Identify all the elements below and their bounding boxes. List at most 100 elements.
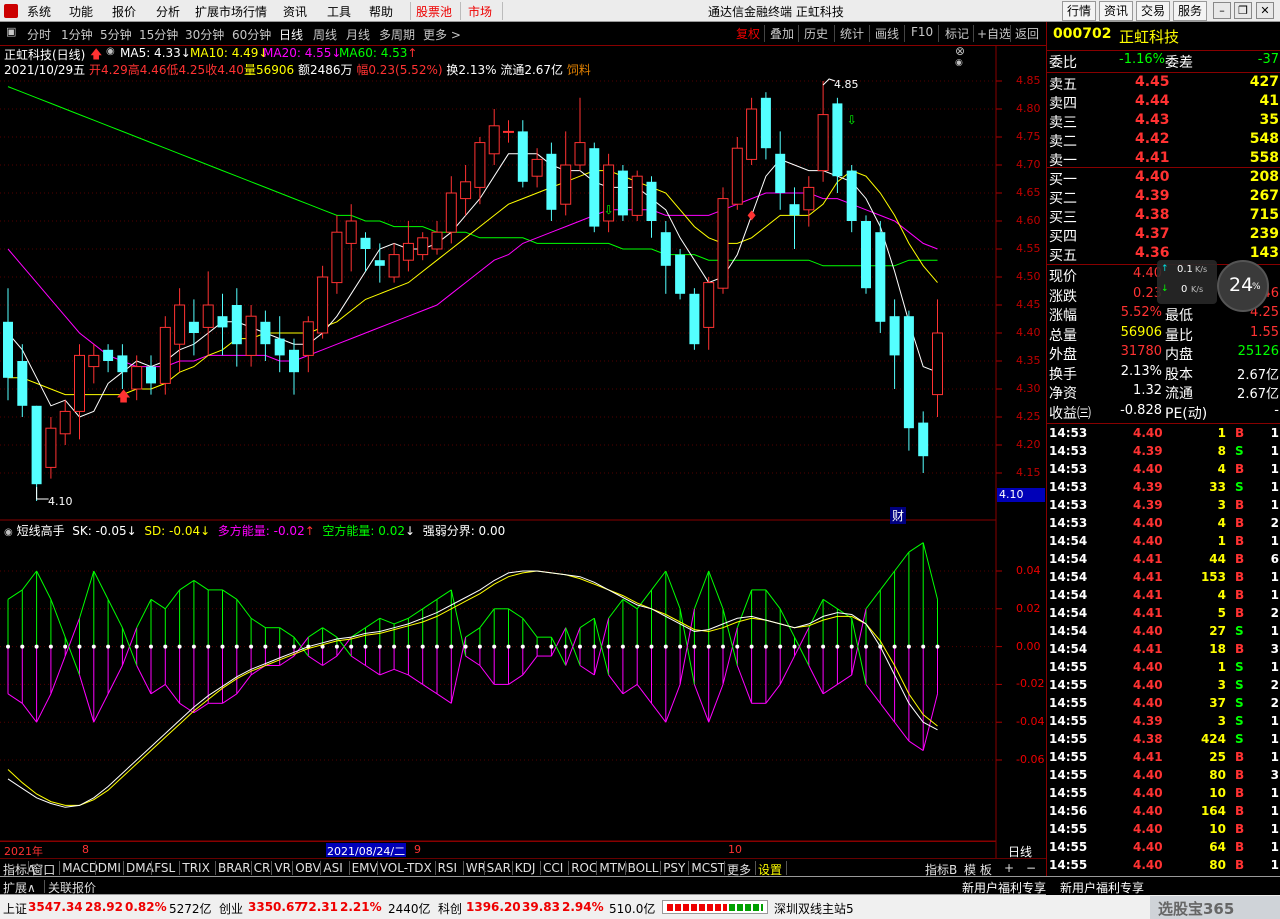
related-quote-button[interactable]: 关联报价 (48, 879, 96, 896)
candle-body[interactable] (589, 148, 600, 227)
candle-body[interactable] (88, 354, 100, 368)
candle-body[interactable] (188, 321, 199, 333)
candle-body[interactable] (302, 321, 314, 356)
candle-body[interactable] (631, 175, 643, 216)
indicator-tab[interactable]: CCI (543, 861, 563, 875)
candle-body[interactable] (731, 147, 743, 205)
candle-body[interactable] (360, 237, 371, 249)
tab-daily[interactable]: 日线 (279, 26, 303, 43)
f10-button[interactable]: F10 (911, 25, 933, 39)
menu-item-news[interactable]: 资讯 (283, 3, 307, 20)
candle-body[interactable] (331, 231, 343, 284)
indicator-tab[interactable]: EMV (352, 861, 378, 875)
candle-body[interactable] (861, 221, 871, 289)
tab-60min[interactable]: 60分钟 (232, 26, 271, 43)
candle-body[interactable] (445, 192, 457, 233)
indicator-tab[interactable]: VR (274, 861, 291, 875)
menu-item-quote[interactable]: 报价 (112, 3, 136, 20)
candle-body[interactable] (345, 220, 357, 244)
menu-item-system[interactable]: 系统 (27, 3, 51, 20)
candle-body[interactable] (474, 142, 486, 188)
service-button[interactable]: 服务 (1173, 1, 1207, 21)
draw-button[interactable]: 画线 (875, 25, 899, 42)
asks-row[interactable]: 卖五 4.45 427 (1047, 74, 1280, 93)
candle-body[interactable] (546, 153, 557, 210)
candle-body[interactable] (388, 254, 400, 278)
server-status[interactable]: 深圳双线主站5 (774, 900, 854, 917)
indicator-settings-icon[interactable]: ◉ (4, 527, 13, 538)
candle-body[interactable] (402, 242, 414, 261)
candle-body[interactable] (45, 427, 57, 468)
candle-body[interactable] (646, 181, 657, 221)
candle-body[interactable] (817, 114, 829, 172)
indicator-tab[interactable]: MACD (62, 861, 98, 875)
fuquan-button[interactable]: 复权 (736, 25, 760, 42)
indicator-tab[interactable]: OBV (295, 861, 321, 875)
candle-body[interactable] (789, 204, 800, 216)
finance-marker[interactable]: 财 (890, 507, 907, 524)
candle-body[interactable] (274, 338, 285, 356)
candle-body[interactable] (3, 321, 13, 378)
candle-body[interactable] (231, 305, 242, 345)
indicator-tab[interactable]: ROC (571, 861, 597, 875)
promo-link-1[interactable]: 新用户福利专享 (962, 879, 1046, 896)
candle-body[interactable] (617, 170, 628, 216)
candle-body[interactable] (317, 276, 329, 334)
candle-body[interactable] (932, 332, 943, 396)
candle-body[interactable] (174, 304, 186, 345)
trade-button[interactable]: 交易 (1136, 1, 1170, 21)
candle-body[interactable] (574, 142, 586, 166)
candle-body[interactable] (159, 326, 171, 384)
back-button[interactable]: 返回 (1015, 25, 1039, 42)
menu-item-analysis[interactable]: 分析 (156, 3, 180, 20)
candle-body[interactable] (260, 321, 271, 345)
indicator-tab[interactable]: BRAR (218, 861, 251, 875)
candle-body[interactable] (775, 153, 786, 193)
candle-body[interactable] (903, 316, 914, 429)
candle-body[interactable] (703, 282, 715, 328)
bids-row[interactable]: 买一 4.40 208 (1047, 169, 1280, 188)
menu-item-ext-market[interactable]: 扩展市场行情 (195, 3, 267, 20)
mark-button[interactable]: 标记 (945, 25, 969, 42)
candle-body[interactable] (660, 232, 671, 266)
menu-item-help[interactable]: 帮助 (369, 3, 393, 20)
indicator-tab[interactable]: ASI (323, 861, 342, 875)
asks-row[interactable]: 卖二 4.42 548 (1047, 131, 1280, 150)
restore-icon[interactable]: ❐ (1234, 2, 1252, 19)
indicator-tab[interactable]: VOL-TDX (380, 861, 432, 875)
candle-body[interactable] (117, 355, 128, 373)
overlay-button[interactable]: 叠加 (770, 25, 794, 42)
candle-body[interactable] (488, 125, 500, 155)
tab-more[interactable]: 更多 > (423, 26, 461, 43)
indicator-tab[interactable]: KDJ (515, 861, 536, 875)
indicator-tab[interactable]: FSL (154, 861, 175, 875)
indicator-tab[interactable]: MCST (691, 861, 725, 875)
close-icon[interactable]: ✕ (1256, 2, 1274, 19)
candle-body[interactable] (675, 254, 686, 294)
asks-row[interactable]: 卖四 4.44 41 (1047, 93, 1280, 112)
candle-body[interactable] (689, 293, 700, 345)
news-button[interactable]: 资讯 (1099, 1, 1133, 21)
candle-body[interactable] (289, 349, 299, 373)
candle-body[interactable] (918, 422, 929, 457)
candle-body[interactable] (746, 108, 758, 160)
candle-body[interactable] (31, 405, 42, 485)
candle-body[interactable] (417, 237, 429, 256)
candle-body[interactable] (803, 186, 815, 211)
tab-multi-period[interactable]: 多周期 (379, 26, 415, 43)
menu-item-stock-pool[interactable]: 股票池 (416, 3, 452, 20)
stats-button[interactable]: 统计 (840, 25, 864, 42)
indicator-b-tab[interactable]: + (1004, 861, 1014, 875)
indicator-tab[interactable]: PSY (663, 861, 685, 875)
candle-body[interactable] (503, 130, 514, 133)
history-button[interactable]: 历史 (804, 25, 828, 42)
bids-row[interactable]: 买三 4.38 715 (1047, 207, 1280, 226)
indicator-tab[interactable]: RSI (438, 861, 458, 875)
indicator-tab[interactable]: TRIX (182, 861, 209, 875)
indicator-tab[interactable]: MTM (599, 861, 627, 875)
indicator-b-tab[interactable]: − (1026, 861, 1036, 875)
kline-chart[interactable]: 🡅 ⇩ ⇩ (0, 46, 1046, 858)
candle-body[interactable] (560, 164, 572, 205)
candle-body[interactable] (531, 158, 543, 177)
promo-link-2[interactable]: 新用户福利专享 (1060, 879, 1144, 896)
